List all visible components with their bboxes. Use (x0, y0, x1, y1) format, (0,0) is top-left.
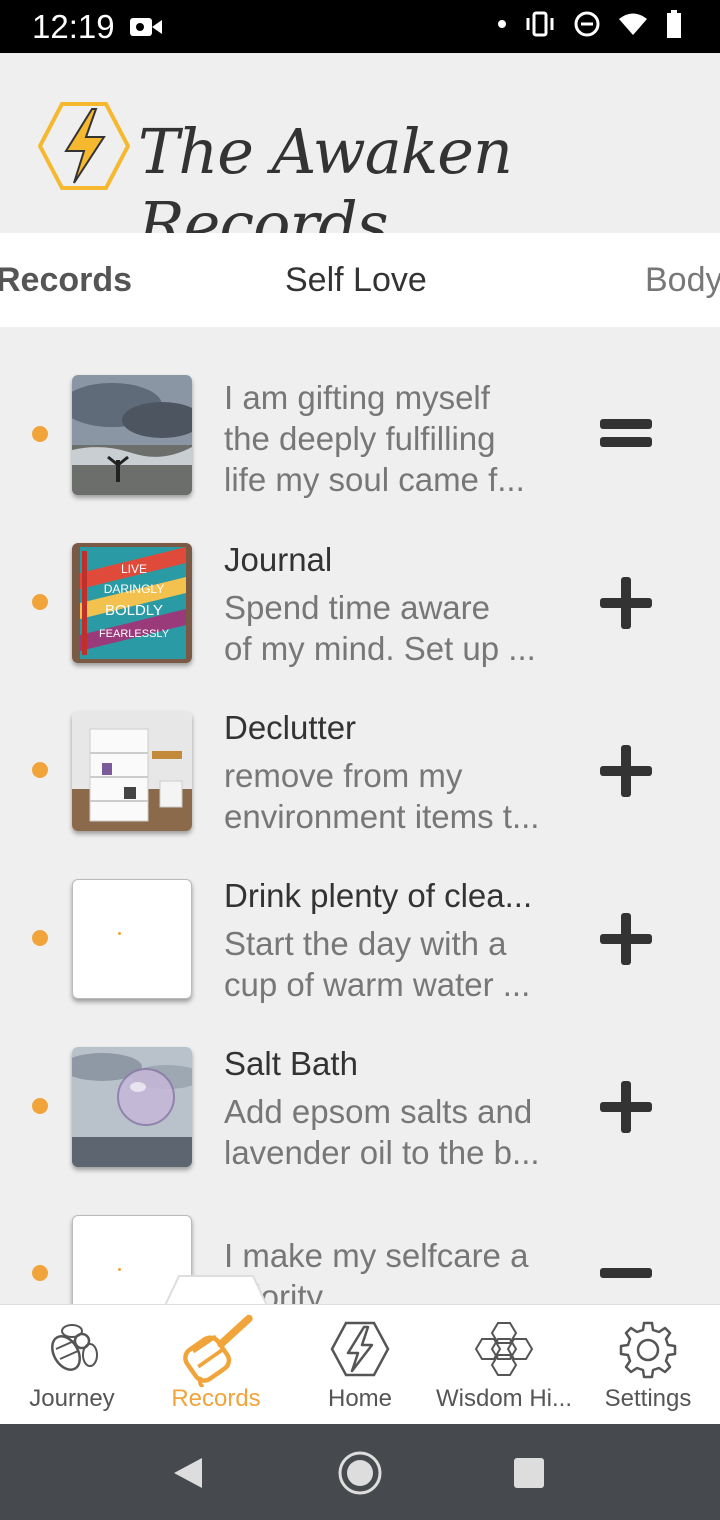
plus-icon[interactable] (598, 911, 654, 967)
item-description-line: of my mind. Set up ... (224, 630, 536, 667)
bottom-nav: Journey Records Home Wisdom Hi... Settin… (0, 1304, 720, 1425)
item-description-line: life my soul came f... (224, 461, 525, 498)
list-item[interactable]: LIVE DARINGLY BOLDLY FEARLESSLY Journal … (0, 535, 720, 703)
wifi-icon (619, 13, 647, 35)
svg-text:FEARLESSLY: FEARLESSLY (99, 628, 170, 640)
notification-dot-icon (498, 20, 506, 28)
nav-label: Journey (29, 1385, 115, 1412)
status-dot (32, 426, 48, 442)
item-thumbnail (72, 1047, 192, 1167)
lightning-hex-icon (330, 1321, 390, 1377)
nav-label: Home (327, 1385, 393, 1412)
item-title: Journal (224, 541, 333, 578)
item-description-line: Add epsom salts and (224, 1093, 533, 1130)
status-dot (32, 594, 48, 610)
item-description-line: the deeply fulfilling (224, 420, 496, 457)
tab-body[interactable]: Body (645, 261, 720, 300)
svg-text:DARINGLY: DARINGLY (104, 582, 164, 596)
system-nav-bar (0, 1424, 720, 1520)
status-dot (32, 930, 48, 946)
list-item[interactable]: I am gifting myself the deeply fulfillin… (0, 367, 720, 535)
minus-icon[interactable] (598, 1245, 654, 1301)
gear-icon (619, 1321, 677, 1379)
item-title: Declutter (224, 709, 357, 746)
bee-icon (51, 1324, 98, 1371)
svg-text:LIVE: LIVE (121, 562, 147, 576)
lightning-logo-icon (38, 102, 130, 190)
home-circle-icon[interactable] (337, 1450, 383, 1496)
plus-icon[interactable] (598, 575, 654, 631)
video-record-icon (130, 18, 162, 36)
item-thumbnail (72, 879, 192, 999)
item-description-line: remove from my (224, 757, 463, 794)
nav-records[interactable]: Records (144, 1305, 288, 1425)
plus-icon[interactable] (598, 1079, 654, 1135)
vibrate-icon (526, 11, 554, 37)
status-dot (32, 1265, 48, 1281)
item-thumbnail: LIVE DARINGLY BOLDLY FEARLESSLY (72, 543, 192, 663)
list-item[interactable]: Declutter remove from my environment ite… (0, 703, 720, 871)
nav-wisdom-hive[interactable]: Wisdom Hi... (432, 1305, 576, 1425)
nav-label: Records (171, 1385, 261, 1412)
honeycomb-icon (474, 1322, 534, 1376)
plus-icon[interactable] (598, 743, 654, 799)
recents-icon[interactable] (513, 1457, 545, 1489)
status-dot (32, 1098, 48, 1114)
item-description-line: lavender oil to the b... (224, 1134, 540, 1171)
status-time: 12:19 (32, 8, 115, 45)
equals-icon[interactable] (598, 405, 654, 461)
item-thumbnail (72, 375, 192, 495)
tab-records[interactable]: Records (0, 261, 132, 300)
svg-text:BOLDLY: BOLDLY (105, 602, 163, 619)
nav-settings[interactable]: Settings (576, 1305, 720, 1425)
item-description-line: environment items t... (224, 798, 540, 835)
nav-label: Wisdom Hi... (435, 1385, 572, 1412)
list-item[interactable]: I make my selfcare a priority (0, 1207, 720, 1304)
item-description-line: Start the day with a (224, 925, 507, 962)
battery-icon (667, 10, 681, 38)
list-item[interactable]: Drink plenty of clea... Start the day wi… (0, 871, 720, 1039)
nav-journey[interactable]: Journey (0, 1305, 144, 1425)
item-description-line: Spend time aware (224, 589, 490, 626)
back-icon[interactable] (172, 1456, 204, 1490)
tab-self-love[interactable]: Self Love (285, 261, 427, 300)
do-not-disturb-icon (574, 11, 600, 37)
item-description-line: I make my selfcare a (224, 1237, 529, 1274)
app-header: The Awaken Records (0, 53, 720, 261)
item-title: Salt Bath (224, 1045, 358, 1082)
records-list: I am gifting myself the deeply fulfillin… (0, 327, 720, 1304)
list-item[interactable]: Salt Bath Add epsom salts and lavender o… (0, 1039, 720, 1207)
nav-label: Settings (604, 1385, 692, 1412)
item-thumbnail (72, 711, 192, 831)
honey-dipper-icon (183, 1314, 253, 1387)
status-dot (32, 762, 48, 778)
status-bar: 12:19 (0, 0, 720, 53)
item-title: Drink plenty of clea... (224, 877, 533, 914)
item-description-line: I am gifting myself (224, 379, 490, 416)
nav-home[interactable]: Home (288, 1305, 432, 1425)
category-tabs: Records Self Love Body (0, 233, 720, 327)
item-description-line: cup of warm water ... (224, 966, 531, 1003)
